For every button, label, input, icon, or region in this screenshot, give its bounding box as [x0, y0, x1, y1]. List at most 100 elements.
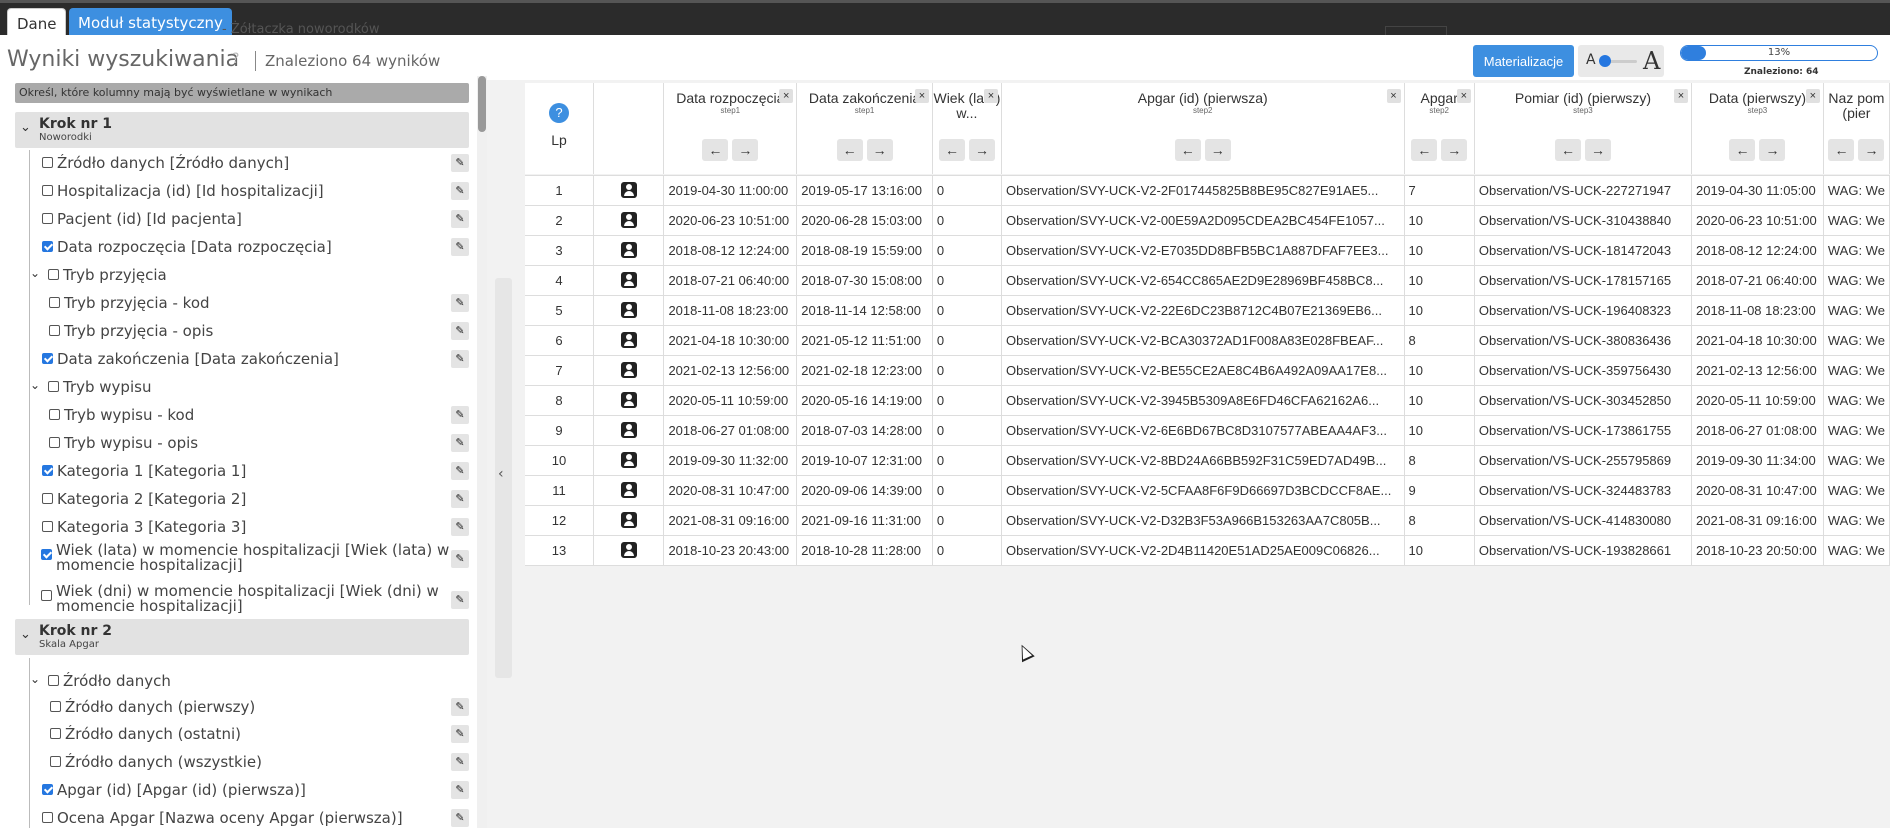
- sidebar-column-item[interactable]: Tryb wypisu - kod ✎: [0, 402, 477, 428]
- move-right-button[interactable]: →: [1204, 139, 1231, 161]
- help-icon[interactable]: ?: [549, 103, 569, 123]
- edit-icon[interactable]: ✎: [451, 550, 469, 568]
- edit-icon[interactable]: ✎: [451, 462, 469, 480]
- person-icon[interactable]: [620, 362, 637, 379]
- sidebar-column-item[interactable]: Kategoria 3 [Kategoria 3] ✎: [0, 514, 477, 540]
- edit-icon[interactable]: ✎: [451, 591, 469, 609]
- table-row[interactable]: 9 2018-06-27 01:08:00 2018-07-03 14:28:00 0…: [525, 414, 1890, 446]
- sidebar-group-item[interactable]: ⌄ Tryb przyjęcia: [0, 262, 477, 288]
- edit-icon[interactable]: ✎: [451, 182, 469, 200]
- chevron-down-icon[interactable]: ⌄: [30, 672, 40, 686]
- move-left-button[interactable]: ←: [1828, 139, 1855, 161]
- column-checkbox[interactable]: [49, 409, 60, 420]
- person-icon[interactable]: [620, 332, 637, 349]
- sidebar-column-item[interactable]: Ocena Apgar [Nazwa oceny Apgar (pierwsza…: [0, 805, 477, 828]
- edit-icon[interactable]: ✎: [451, 781, 469, 799]
- column-checkbox[interactable]: [42, 521, 53, 532]
- sidebar-group-item[interactable]: ⌄ Źródło danych: [0, 668, 477, 694]
- person-icon[interactable]: [620, 182, 637, 199]
- edit-icon[interactable]: ✎: [451, 490, 469, 508]
- sidebar-column-item[interactable]: Data rozpoczęcia [Data rozpoczęcia] ✎: [0, 234, 477, 260]
- table-row[interactable]: 8 2020-05-11 10:59:00 2020-05-16 14:19:00 0…: [525, 384, 1890, 416]
- person-icon[interactable]: [620, 452, 637, 469]
- close-icon[interactable]: ×: [1674, 89, 1688, 103]
- edit-icon[interactable]: ✎: [451, 725, 469, 743]
- column-checkbox[interactable]: [49, 437, 60, 448]
- person-icon[interactable]: [620, 542, 637, 559]
- person-icon[interactable]: [620, 482, 637, 499]
- move-left-button[interactable]: ←: [1554, 139, 1581, 161]
- table-row[interactable]: 10 2019-09-30 11:32:00 2019-10-07 12:31:00…: [525, 444, 1890, 476]
- person-icon[interactable]: [620, 242, 637, 259]
- sidebar-column-item[interactable]: Wiek (dni) w momencie hospitalizacji [Wi…: [0, 583, 477, 614]
- move-right-button[interactable]: →: [732, 139, 759, 161]
- edit-icon[interactable]: ✎: [451, 238, 469, 256]
- font-size-slider-knob[interactable]: [1599, 55, 1611, 67]
- column-checkbox[interactable]: [48, 269, 59, 280]
- move-left-button[interactable]: ←: [1411, 139, 1438, 161]
- sidebar-column-item[interactable]: Pacjent (id) [Id pacjenta] ✎: [0, 206, 477, 232]
- column-checkbox[interactable]: [50, 756, 61, 767]
- table-row[interactable]: 1 2019-04-30 11:00:00 2019-05-17 13:16:00 0…: [525, 174, 1890, 206]
- close-icon[interactable]: ×: [779, 89, 794, 103]
- column-checkbox[interactable]: [42, 185, 53, 196]
- column-checkbox[interactable]: [42, 784, 53, 795]
- move-right-button[interactable]: →: [1858, 139, 1885, 161]
- column-checkbox[interactable]: [42, 353, 53, 364]
- edit-icon[interactable]: ✎: [451, 753, 469, 771]
- table-row[interactable]: 6 2021-04-18 10:30:00 2021-05-12 11:51:00 0…: [525, 324, 1890, 356]
- tab-dane[interactable]: Dane: [7, 8, 67, 38]
- close-icon[interactable]: ×: [1456, 89, 1471, 103]
- sidebar-column-item[interactable]: Kategoria 2 [Kategoria 2] ✎: [0, 486, 477, 512]
- column-checkbox[interactable]: [42, 465, 53, 476]
- step-1-header[interactable]: ⌄ Krok nr 1 Noworodki: [15, 112, 469, 148]
- sidebar-column-item[interactable]: Tryb przyjęcia - kod ✎: [0, 290, 477, 316]
- step-2-header[interactable]: ⌄ Krok nr 2 Skala Apgar: [15, 619, 469, 655]
- sidebar-column-item[interactable]: Źródło danych (ostatni) ✎: [0, 721, 477, 747]
- table-row[interactable]: 12 2021-08-31 09:16:00 2021-09-16 11:31:00…: [525, 504, 1890, 536]
- column-checkbox[interactable]: [48, 381, 59, 392]
- sidebar-column-item[interactable]: Tryb wypisu - opis ✎: [0, 430, 477, 456]
- sidebar-group-item[interactable]: ⌄ Tryb wypisu: [0, 374, 477, 400]
- collapse-panel-button[interactable]: ‹: [495, 278, 512, 678]
- close-icon[interactable]: ×: [914, 89, 929, 103]
- move-right-button[interactable]: →: [1759, 139, 1786, 161]
- edit-icon[interactable]: ✎: [451, 322, 469, 340]
- move-left-button[interactable]: ←: [1174, 139, 1201, 161]
- chevron-down-icon[interactable]: ⌄: [30, 266, 40, 280]
- table-row[interactable]: 4 2018-07-21 06:40:00 2018-07-30 15:08:00 0…: [525, 264, 1890, 296]
- materialize-button[interactable]: Materializacje: [1473, 45, 1574, 77]
- move-right-button[interactable]: →: [968, 139, 995, 161]
- column-checkbox[interactable]: [50, 728, 61, 739]
- sidebar-column-item[interactable]: Źródło danych (wszystkie) ✎: [0, 749, 477, 775]
- move-left-button[interactable]: ←: [702, 139, 729, 161]
- close-icon[interactable]: ×: [1805, 89, 1820, 103]
- column-checkbox[interactable]: [41, 590, 52, 601]
- edit-icon[interactable]: ✎: [451, 518, 469, 536]
- sidebar-column-item[interactable]: Tryb przyjęcia - opis ✎: [0, 318, 477, 344]
- edit-icon[interactable]: ✎: [451, 434, 469, 452]
- move-left-button[interactable]: ←: [1729, 139, 1756, 161]
- sidebar-column-item[interactable]: Źródło danych (pierwszy) ✎: [0, 694, 477, 720]
- edit-icon[interactable]: ✎: [451, 294, 469, 312]
- move-left-button[interactable]: ←: [938, 139, 965, 161]
- edit-icon[interactable]: ✎: [451, 406, 469, 424]
- person-icon[interactable]: [620, 422, 637, 439]
- column-checkbox[interactable]: [50, 701, 61, 712]
- close-icon[interactable]: ×: [1386, 89, 1401, 103]
- column-checkbox[interactable]: [42, 493, 53, 504]
- sidebar-column-item[interactable]: Data zakończenia [Data zakończenia] ✎: [0, 346, 477, 372]
- edit-icon[interactable]: ✎: [451, 210, 469, 228]
- tab-modul-statystyczny[interactable]: Moduł statystyczny: [69, 8, 232, 38]
- column-checkbox[interactable]: [49, 325, 60, 336]
- column-checkbox[interactable]: [42, 241, 53, 252]
- close-icon[interactable]: ×: [983, 89, 998, 103]
- table-row[interactable]: 11 2020-08-31 10:47:00 2020-09-06 14:39:00…: [525, 474, 1890, 506]
- sidebar-column-item[interactable]: Kategoria 1 [Kategoria 1] ✎: [0, 458, 477, 484]
- edit-icon[interactable]: ✎: [451, 698, 469, 716]
- column-checkbox[interactable]: [41, 549, 52, 560]
- sidebar-scrollbar[interactable]: [477, 76, 487, 828]
- table-row[interactable]: 5 2018-11-08 18:23:00 2018-11-14 12:58:00 0…: [525, 294, 1890, 326]
- sidebar-scroll-thumb[interactable]: [478, 76, 486, 132]
- column-checkbox[interactable]: [42, 213, 53, 224]
